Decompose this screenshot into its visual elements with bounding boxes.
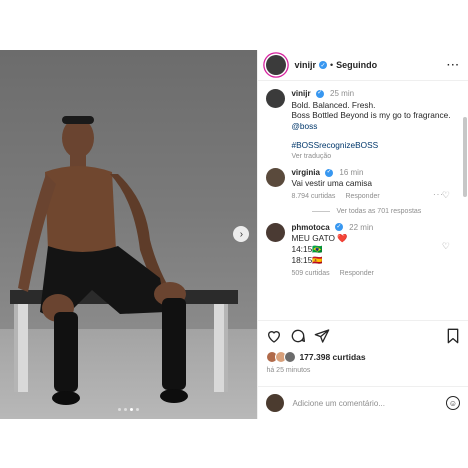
carousel-indicator: [0, 408, 257, 411]
post-photo[interactable]: ›: [0, 50, 258, 419]
caption-line-1: Bold. Balanced. Fresh.: [291, 99, 376, 110]
reply-button[interactable]: Responder: [345, 193, 379, 200]
verified-badge-icon: ✓: [325, 168, 334, 177]
comment-likes[interactable]: 509 curtidas: [291, 270, 329, 277]
comment-text-line-3: 18:15🇪🇸: [291, 254, 323, 265]
verified-badge-icon: ✓: [318, 61, 327, 69]
current-user-avatar: [266, 394, 285, 412]
comments-scrollbar[interactable]: [463, 117, 467, 197]
caption: vinijr ✓ 25 min Bold. Balanced. Fresh. B…: [266, 89, 458, 162]
post-sidebar: vinijr ✓ • Seguindo ··· vinijr ✓ 25 min …: [257, 50, 468, 419]
comment-time: 16 min: [339, 167, 364, 177]
comment-username[interactable]: virginia: [291, 168, 319, 177]
hashtag-link[interactable]: #BOSSrecognizeBOSS: [291, 140, 458, 151]
likes-summary[interactable]: 177.398 curtidas: [266, 351, 460, 363]
following-button[interactable]: Seguindo: [336, 60, 377, 70]
post-timestamp: há 25 minutos: [266, 367, 311, 374]
athlete-photo-illustration: [10, 116, 238, 405]
caption-line-2: Boss Bottled Beyond is my go to fragranc…: [291, 110, 451, 132]
verified-badge-icon: ✓: [334, 223, 343, 232]
comments-list[interactable]: vinijr ✓ 25 min Bold. Balanced. Fresh. B…: [258, 81, 468, 327]
comment-username[interactable]: phmotoca: [291, 223, 329, 232]
like-comment-icon[interactable]: ♡: [442, 241, 450, 252]
instagram-post: › vinijr ✓ • Seguindo ··· vinijr ✓ 25 mi…: [0, 50, 468, 419]
view-replies-button[interactable]: Ver todas as 701 respostas: [312, 208, 458, 215]
author-avatar[interactable]: [266, 55, 287, 75]
like-icon[interactable]: [266, 328, 282, 344]
carousel-dot: [118, 408, 122, 411]
reply-button[interactable]: Responder: [340, 270, 374, 277]
share-icon[interactable]: [314, 328, 330, 344]
commenter-avatar[interactable]: [266, 167, 286, 187]
comment: phmotoca ✓ 22 min MEU GATO ❤️ 14:15🇧🇷 18…: [266, 222, 458, 279]
save-icon[interactable]: [446, 328, 460, 344]
comment-time: 22 min: [349, 222, 374, 232]
emoji-icon[interactable]: ☺: [446, 396, 460, 410]
author-avatar[interactable]: [266, 89, 286, 108]
caption-username[interactable]: vinijr: [291, 89, 310, 98]
translate-link[interactable]: Ver tradução: [291, 153, 331, 160]
comment-text-line-1: MEU GATO ❤️: [291, 233, 348, 244]
post-header: vinijr ✓ • Seguindo ···: [258, 50, 468, 81]
liker-avatar: [284, 351, 297, 363]
author-username[interactable]: vinijr: [294, 60, 316, 70]
header-separator: •: [329, 60, 334, 70]
comment-icon[interactable]: [290, 328, 306, 344]
carousel-dot: [124, 408, 128, 411]
likes-count[interactable]: 177.398 curtidas: [299, 352, 365, 362]
post-actions: 177.398 curtidas há 25 minutos: [258, 320, 468, 374]
add-comment-bar: Adicione um comentário... ☺: [258, 386, 468, 419]
comment-input[interactable]: Adicione um comentário...: [292, 399, 385, 408]
carousel-dot: [130, 408, 134, 411]
comment-text-line-2: 14:15🇧🇷: [291, 244, 323, 255]
comment-text: Vai vestir uma camisa: [291, 178, 372, 189]
comment-likes[interactable]: 8.794 curtidas: [291, 193, 335, 200]
more-options-icon[interactable]: ···: [447, 60, 460, 71]
verified-badge-icon: ✓: [315, 89, 324, 98]
like-comment-icon[interactable]: ♡: [442, 190, 450, 201]
commenter-avatar[interactable]: [266, 222, 286, 242]
comment: virginia ✓ 16 min Vai vestir uma camisa …: [266, 167, 458, 202]
mention-link[interactable]: @boss: [291, 121, 317, 131]
carousel-dot: [136, 408, 140, 411]
caption-time: 25 min: [330, 89, 355, 98]
